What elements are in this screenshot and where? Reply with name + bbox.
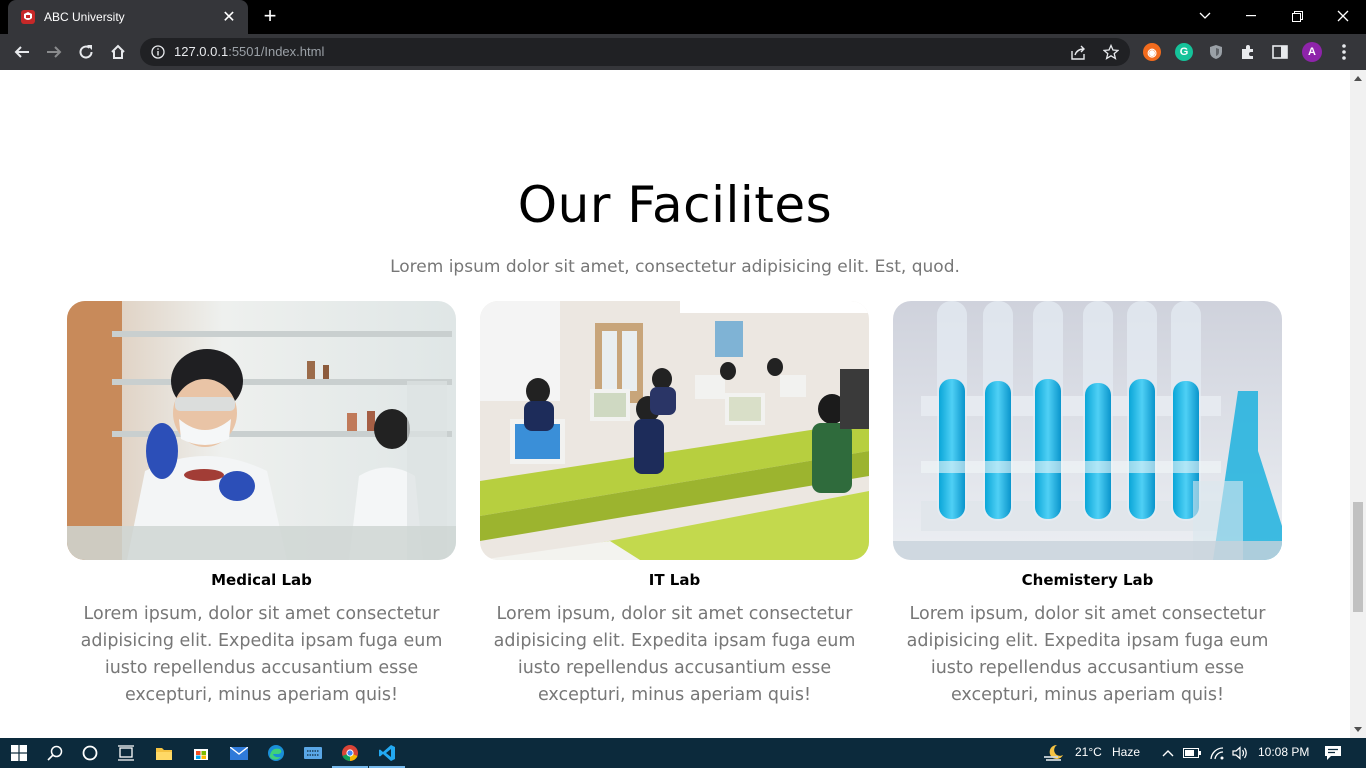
url-host: 127.0.0.1 <box>174 44 229 59</box>
profile-avatar[interactable]: A <box>1302 42 1322 62</box>
url-path: :5501/Index.html <box>228 44 325 59</box>
edge-browser-icon[interactable] <box>265 742 287 764</box>
battery-icon[interactable] <box>1181 742 1203 764</box>
microsoft-store-icon[interactable] <box>190 742 212 764</box>
scroll-up-arrow-icon[interactable] <box>1354 76 1362 81</box>
reload-button[interactable] <box>74 40 98 64</box>
section-title: Our Facilites <box>517 176 833 234</box>
browser-tab[interactable]: ABC University ✕ <box>8 0 248 34</box>
card-title: Medical Lab <box>211 571 312 589</box>
it-lab-photo <box>480 301 869 560</box>
extensions-puzzle-icon[interactable] <box>1239 43 1257 61</box>
share-icon[interactable] <box>1071 45 1087 60</box>
page-scrollbar[interactable] <box>1350 70 1366 738</box>
chrome-icon[interactable] <box>339 742 361 764</box>
page-viewport: Our Facilites Lorem ipsum dolor sit amet… <box>0 70 1350 738</box>
notifications-icon[interactable] <box>1322 742 1344 764</box>
back-arrow-icon <box>14 46 29 58</box>
search-icon[interactable] <box>44 742 66 764</box>
home-icon <box>111 44 125 59</box>
browser-menu-icon[interactable] <box>1335 43 1353 61</box>
facility-card-it-lab: IT Lab Lorem ipsum, dolor sit amet conse… <box>480 301 869 709</box>
keyboard-app-icon[interactable] <box>302 742 324 764</box>
forward-arrow-icon <box>47 46 62 58</box>
card-description: Lorem ipsum, dolor sit amet consectetur … <box>493 604 856 705</box>
facility-card-chemistery-lab: Chemistery Lab Lorem ipsum, dolor sit am… <box>893 301 1282 709</box>
card-title: Chemistery Lab <box>1021 571 1154 589</box>
profile-initial: A <box>1308 46 1316 58</box>
card-title: IT Lab <box>648 571 701 589</box>
wifi-icon[interactable] <box>1206 742 1228 764</box>
new-tab-button[interactable]: + <box>258 5 282 28</box>
mail-icon[interactable] <box>228 742 250 764</box>
clock-time[interactable]: 10:08 PM <box>1258 745 1309 759</box>
card-description: Lorem ipsum, dolor sit amet consectetur … <box>80 604 443 705</box>
section-subtitle: Lorem ipsum dolor sit amet, consectetur … <box>390 257 960 277</box>
scroll-down-arrow-icon[interactable] <box>1354 727 1362 732</box>
windows-start-icon[interactable] <box>8 742 30 764</box>
medical-lab-photo <box>67 301 456 560</box>
tab-close-icon[interactable]: ✕ <box>220 8 238 26</box>
task-view-icon[interactable] <box>115 742 137 764</box>
url-text: 127.0.0.1:5501/Index.html <box>174 44 324 59</box>
tab-search-icon[interactable] <box>1182 0 1228 32</box>
file-explorer-icon[interactable] <box>153 742 175 764</box>
cortana-icon[interactable] <box>79 742 101 764</box>
browser-toolbar: 127.0.0.1:5501/Index.html ◉ G A <box>0 34 1366 70</box>
minimize-button[interactable] <box>1228 0 1274 32</box>
forward-button[interactable] <box>42 40 66 64</box>
vscode-icon[interactable] <box>376 742 398 764</box>
weather-temperature[interactable]: 21°C <box>1075 745 1102 759</box>
address-bar[interactable]: 127.0.0.1:5501/Index.html <box>140 38 1130 66</box>
chemistry-lab-photo <box>893 301 1282 560</box>
home-button[interactable] <box>106 40 130 64</box>
site-info-icon[interactable] <box>151 45 165 59</box>
restore-button[interactable] <box>1274 0 1320 32</box>
grammarly-extension-icon[interactable]: G <box>1175 43 1193 61</box>
weather-haze-icon[interactable] <box>1043 742 1065 764</box>
chevron-up-icon[interactable] <box>1157 742 1179 764</box>
tab-strip: ABC University ✕ + <box>0 0 1366 34</box>
card-description: Lorem ipsum, dolor sit amet consectetur … <box>906 604 1269 705</box>
university-crest-icon <box>21 10 35 24</box>
scrollbar-thumb[interactable] <box>1353 502 1363 612</box>
side-panel-icon[interactable] <box>1271 43 1289 61</box>
close-window-button[interactable] <box>1320 0 1366 32</box>
facility-card-medical-lab: Medical Lab Lorem ipsum, dolor sit amet … <box>67 301 456 709</box>
weather-condition[interactable]: Haze <box>1112 745 1140 759</box>
shield-extension-icon[interactable] <box>1207 43 1225 61</box>
reload-icon <box>79 45 93 59</box>
back-button[interactable] <box>10 40 34 64</box>
bookmark-star-icon[interactable] <box>1103 44 1119 60</box>
tab-title: ABC University <box>44 10 125 24</box>
windows-taskbar: 21°C Haze 10:08 PM <box>0 738 1366 768</box>
rss-extension-icon[interactable]: ◉ <box>1143 43 1161 61</box>
volume-icon[interactable] <box>1229 742 1251 764</box>
